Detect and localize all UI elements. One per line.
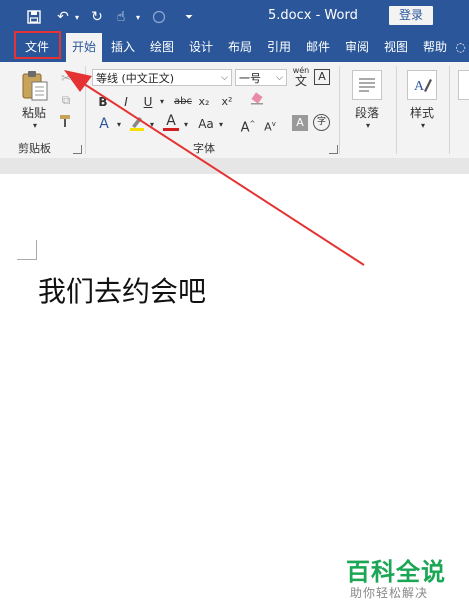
annotation-arrow	[64, 70, 365, 266]
watermark-subtitle: 助你轻松解决	[350, 586, 429, 600]
watermark-title: 百科全说	[346, 558, 446, 586]
